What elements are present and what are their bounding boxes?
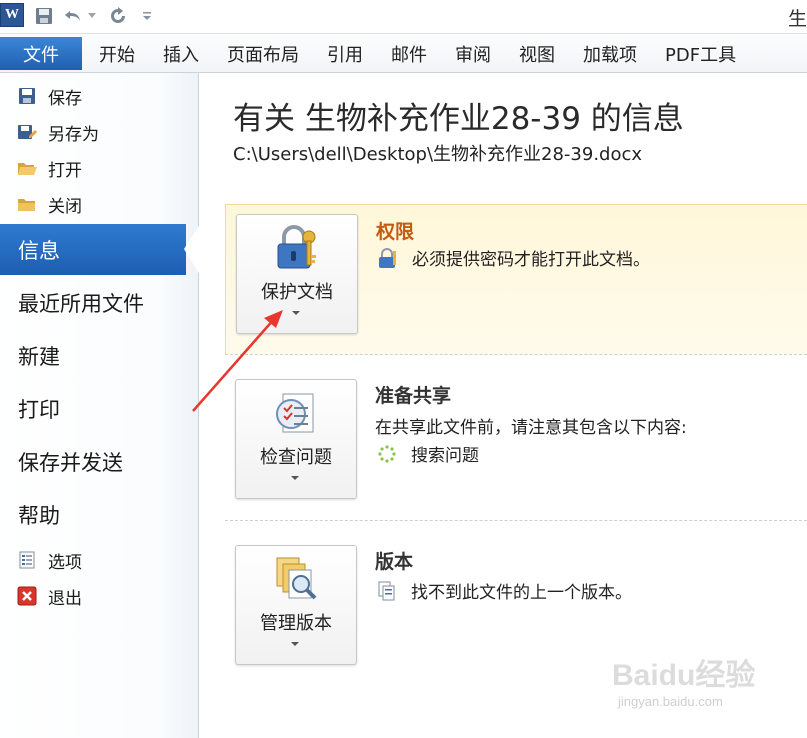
info-pane: 有关 生物补充作业28-39 的信息 C:\Users\dell\Desktop…: [199, 73, 807, 738]
manage-versions-button[interactable]: 管理版本: [235, 545, 357, 665]
prepare-sharing-section: 检查问题 准备共享 在共享此文件前，请注意其包含以下内容: 搜索问题: [225, 379, 807, 509]
check-for-issues-label: 检查问题: [260, 447, 332, 468]
document-path: C:\Users\dell\Desktop\生物补充作业28-39.docx: [233, 144, 643, 165]
nav-save-send[interactable]: 保存并发送: [18, 447, 123, 477]
exit-label: 退出: [48, 588, 82, 609]
permissions-status: 必须提供密码才能打开此文档。: [376, 245, 650, 270]
tab-insert[interactable]: 插入: [163, 37, 199, 70]
options-label: 选项: [48, 552, 82, 573]
nav-print[interactable]: 打印: [18, 394, 60, 424]
open-folder-icon: [16, 157, 38, 179]
window-title: 生: [787, 8, 807, 30]
save-as-label: 另存为: [48, 124, 99, 145]
nav-help[interactable]: 帮助: [18, 500, 60, 530]
redo-icon[interactable]: [106, 5, 130, 27]
checklist-icon: [271, 388, 321, 438]
watermark-brand: Baidu经验: [612, 659, 756, 692]
open-command[interactable]: 打开: [16, 155, 82, 181]
save-as-icon: [16, 121, 38, 143]
watermark-url: jingyan.baidu.com: [618, 694, 723, 709]
open-label: 打开: [48, 160, 82, 181]
undo-dropdown-icon[interactable]: [86, 5, 98, 27]
save-command[interactable]: 保存: [16, 83, 82, 109]
lock-key-icon: [272, 223, 322, 273]
search-issues-status: 搜索问题: [375, 441, 479, 466]
undo-icon[interactable]: [62, 5, 84, 27]
versions-heading: 版本: [375, 551, 414, 573]
permissions-section: 保护文档 权限 必须提供密码才能打开此文档。: [225, 204, 807, 355]
close-label: 关闭: [48, 196, 82, 217]
tab-pdf-tools[interactable]: PDF工具: [665, 37, 736, 70]
tab-file[interactable]: 文件: [0, 37, 82, 70]
prepare-sharing-description: 在共享此文件前，请注意其包含以下内容:: [375, 418, 687, 438]
nav-recent[interactable]: 最近所用文件: [18, 288, 144, 318]
check-for-issues-button[interactable]: 检查问题: [235, 379, 357, 499]
save-as-command[interactable]: 另存为: [16, 119, 99, 145]
document-small-icon: [375, 580, 399, 602]
exit-icon: [16, 585, 38, 607]
options-command[interactable]: 选项: [16, 547, 82, 573]
protect-document-button[interactable]: 保护文档: [236, 214, 358, 334]
page-title: 有关 生物补充作业28-39 的信息: [233, 101, 684, 137]
chevron-down-icon: [291, 642, 299, 646]
tab-view[interactable]: 视图: [519, 37, 555, 70]
tab-addins[interactable]: 加载项: [583, 37, 637, 70]
baidu-watermark: Baidu经验 jingyan.baidu.com: [612, 650, 755, 709]
section-divider: [225, 354, 807, 355]
versions-status: 找不到此文件的上一个版本。: [375, 578, 632, 603]
prepare-sharing-heading: 准备共享: [375, 385, 452, 407]
chevron-down-icon: [292, 311, 300, 315]
manage-versions-label: 管理版本: [260, 613, 332, 634]
spinner-icon: [375, 443, 399, 465]
tab-references[interactable]: 引用: [327, 37, 363, 70]
section-divider: [225, 520, 807, 521]
chevron-down-icon: [291, 476, 299, 480]
ribbon-tabs: 文件 开始 插入 页面布局 引用 邮件 审阅 视图 加载项 PDF工具: [0, 34, 807, 73]
search-issues-text: 搜索问题: [411, 446, 479, 466]
close-command[interactable]: 关闭: [16, 191, 82, 217]
close-folder-icon: [16, 193, 38, 215]
lock-small-icon: [376, 247, 400, 269]
permissions-heading: 权限: [376, 221, 415, 243]
nav-selected-arrow: [184, 224, 200, 275]
exit-command[interactable]: 退出: [16, 583, 82, 609]
customize-icon[interactable]: [140, 5, 154, 27]
word-logo-icon[interactable]: W: [0, 3, 24, 27]
nav-new[interactable]: 新建: [18, 341, 60, 371]
tab-home[interactable]: 开始: [99, 37, 135, 70]
permissions-text: 必须提供密码才能打开此文档。: [412, 250, 650, 270]
tab-page-layout[interactable]: 页面布局: [227, 37, 299, 70]
save-icon: [16, 85, 38, 107]
tab-mailings[interactable]: 邮件: [391, 37, 427, 70]
title-bar: W 生: [0, 0, 807, 34]
protect-document-label: 保护文档: [261, 282, 333, 303]
nav-info[interactable]: 信息: [18, 235, 60, 265]
versions-text: 找不到此文件的上一个版本。: [411, 583, 632, 603]
versions-icon: [271, 554, 321, 604]
options-icon: [16, 549, 38, 571]
backstage-sidebar: 保存 另存为 打开 关闭 信息 最近所用文件 新建 打印 保存并发送 帮助 选项…: [0, 73, 200, 738]
save-label: 保存: [48, 88, 82, 109]
save-icon[interactable]: [32, 5, 56, 27]
tab-review[interactable]: 审阅: [455, 37, 491, 70]
